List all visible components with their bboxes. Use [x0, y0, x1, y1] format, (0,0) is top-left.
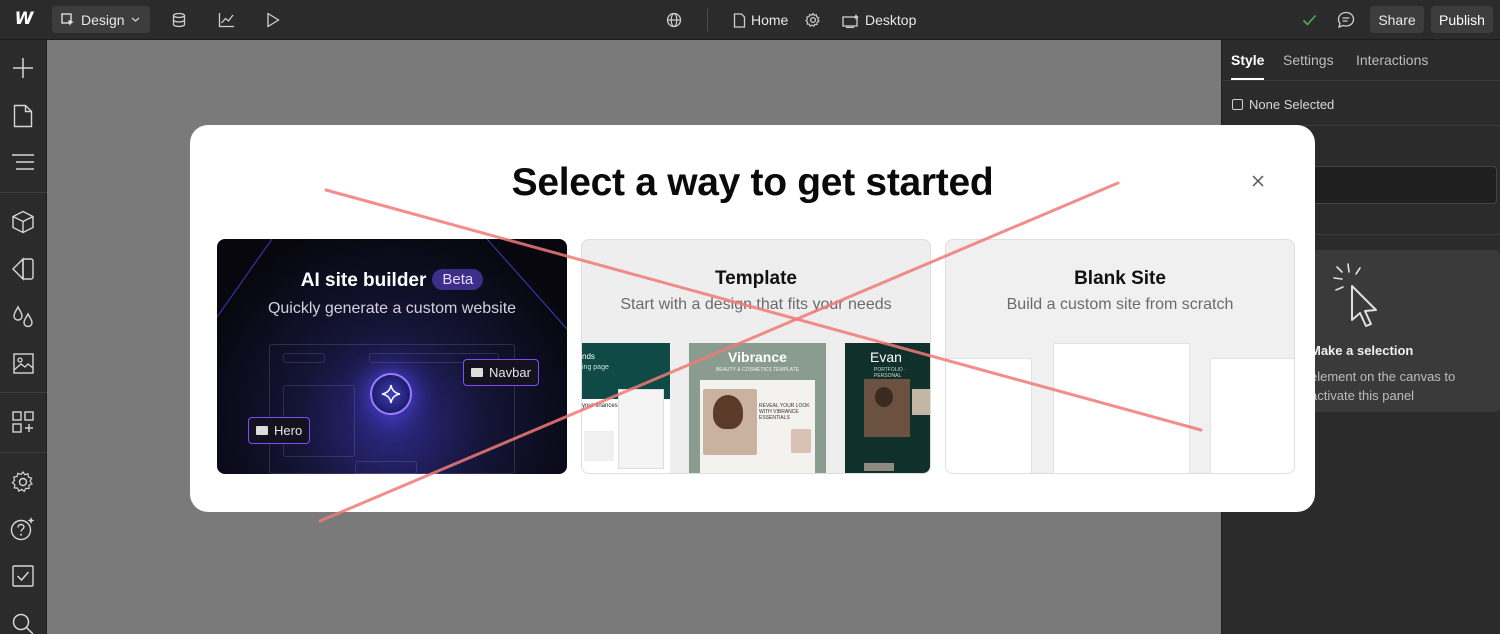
tab-interactions[interactable]: Interactions — [1356, 52, 1428, 68]
template-thumbnail-evan[interactable]: Evan PORTFOLIO · PERSONAL — [845, 343, 930, 473]
thumb-body: your finances — [582, 403, 618, 409]
ai-sparkle-icon — [370, 373, 412, 415]
ai-option-title-text: AI site builder — [300, 270, 427, 291]
thumb-sub: BEAUTY & COSMETICS TEMPLATE — [715, 367, 800, 373]
blank-page-preview — [946, 358, 1032, 473]
cursor-click-icon — [1333, 263, 1377, 327]
pages-icon[interactable] — [9, 102, 37, 130]
wireframe-block — [283, 353, 325, 363]
beta-badge: Beta — [432, 269, 484, 290]
saved-check-icon — [1299, 10, 1319, 30]
template-thumbnail-finance[interactable]: nds ing page your finances — [582, 343, 670, 473]
navbar-tag-label: Navbar — [489, 365, 531, 380]
design-mode-button[interactable]: Design — [52, 6, 150, 33]
assets-image-icon[interactable] — [9, 349, 37, 377]
blank-page-preview — [1210, 358, 1294, 473]
navigator-layers-icon[interactable] — [9, 148, 37, 176]
tasks-checkbox-icon[interactable] — [9, 562, 37, 590]
ai-option-title: AI site builder Beta — [217, 269, 567, 292]
wireframe-block — [355, 461, 417, 474]
thumb-headline: Vibrance — [728, 349, 787, 365]
top-toolbar: W Design Home Desktop Share Publish — [0, 0, 1500, 40]
modal-title: Select a way to get started — [511, 161, 994, 204]
preview-play-icon[interactable] — [263, 10, 283, 30]
blank-option-subtitle: Build a custom site from scratch — [1006, 296, 1234, 313]
tab-style[interactable]: Style — [1231, 52, 1264, 68]
design-mode-label: Design — [81, 11, 125, 28]
settings-gear-icon[interactable] — [9, 468, 37, 496]
publish-button[interactable]: Publish — [1431, 6, 1493, 33]
navbar-tag: Navbar — [463, 359, 539, 386]
blank-option-title: Blank Site — [1074, 268, 1166, 289]
page-settings-gear-icon[interactable] — [803, 10, 823, 30]
share-button[interactable]: Share — [1370, 6, 1424, 33]
ai-site-builder-option[interactable]: AI site builder Beta Quickly generate a c… — [217, 239, 567, 474]
breakpoint-name: Desktop — [865, 12, 917, 28]
hero-tag: Hero — [248, 417, 311, 444]
hero-tag-label: Hero — [274, 423, 303, 438]
template-option-title: Template — [714, 268, 797, 289]
page-selector[interactable]: Home — [733, 8, 788, 32]
thumb-body: REVEAL YOUR LOOK WITH VIBRANCE ESSENTIAL… — [759, 403, 810, 421]
webflow-logo-icon[interactable]: W — [10, 8, 36, 30]
selection-label: None Selected — [1249, 97, 1335, 112]
sidebar-divider — [0, 192, 47, 193]
template-thumbnail-vibrance[interactable]: Vibrance BEAUTY & COSMETICS TEMPLATE REV… — [689, 343, 826, 473]
close-icon[interactable] — [1248, 171, 1268, 191]
desktop-breakpoint-icon — [842, 13, 859, 28]
hero-tag-icon — [256, 426, 268, 435]
template-option[interactable]: Template Start with a design that fits y… — [581, 239, 931, 474]
blank-page-preview — [1053, 343, 1190, 473]
cursor-select-icon — [61, 12, 74, 26]
sidebar-divider — [0, 452, 47, 453]
comments-icon[interactable] — [1336, 10, 1356, 30]
ai-option-subtitle: Quickly generate a custom website — [267, 300, 517, 317]
analytics-chart-icon[interactable] — [216, 10, 236, 30]
page-name: Home — [751, 12, 789, 28]
add-elements-plus-icon[interactable] — [9, 54, 37, 82]
globe-icon[interactable] — [664, 10, 684, 30]
apps-grid-icon[interactable] — [9, 408, 37, 436]
breakpoint-selector[interactable]: Desktop — [842, 8, 916, 32]
search-icon[interactable] — [9, 610, 37, 634]
selection-status: None Selected — [1232, 97, 1334, 112]
tab-settings[interactable]: Settings — [1283, 52, 1334, 68]
chevron-down-icon — [131, 17, 140, 22]
get-started-modal: Select a way to get started AI site buil… — [190, 125, 1315, 512]
style-selectors-icon[interactable] — [9, 255, 37, 283]
empty-state-title: Make a selection — [1310, 343, 1414, 358]
selection-checkbox[interactable] — [1232, 99, 1243, 110]
variables-drops-icon[interactable] — [9, 302, 37, 330]
sidebar-divider — [0, 392, 47, 393]
template-option-subtitle: Start with a design that fits your needs — [620, 296, 892, 313]
empty-state-text: element on the canvas to activate this p… — [1310, 369, 1456, 403]
thumb-sub: ing page — [582, 364, 609, 371]
components-cube-icon[interactable] — [9, 208, 37, 236]
toolbar-divider — [707, 9, 708, 31]
thumb-headline: Evan — [870, 349, 902, 365]
left-toolbar — [0, 40, 47, 634]
thumb-headline: nds — [582, 352, 595, 361]
page-icon — [733, 12, 746, 28]
panel-divider — [1222, 80, 1500, 81]
help-sparkle-icon[interactable] — [9, 515, 37, 543]
cms-database-icon[interactable] — [169, 10, 189, 30]
navbar-tag-icon — [471, 368, 483, 377]
blank-site-option[interactable]: Blank Site Build a custom site from scra… — [945, 239, 1295, 474]
thumb-sub: PORTFOLIO · PERSONAL — [874, 367, 906, 379]
